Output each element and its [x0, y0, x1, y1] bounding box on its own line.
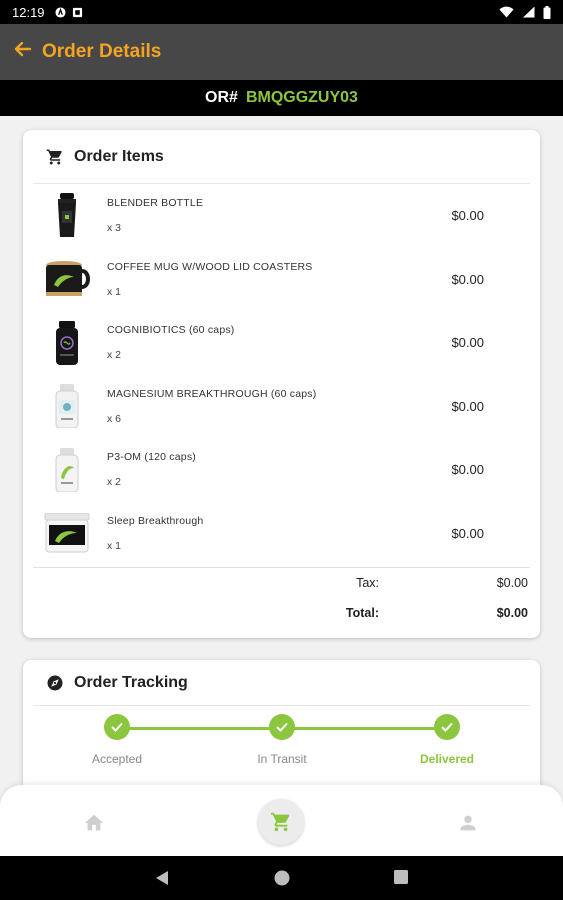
step-label: Accepted	[91, 752, 143, 766]
back-arrow-icon[interactable]	[14, 40, 32, 64]
item-name: BLENDER BOTTLE	[107, 197, 204, 210]
item-name: MAGNESIUM BREAKTHROUGH (60 caps)	[107, 387, 317, 400]
item-price: $0.00	[451, 462, 484, 478]
page-title: Order Details	[42, 41, 162, 62]
check-icon	[269, 714, 295, 740]
bottle-thumb	[39, 190, 95, 242]
cart-icon	[46, 149, 62, 164]
order-item-row[interactable]: MAGNESIUM BREAKTHROUGH (60 caps) x 6 $0.…	[23, 375, 540, 439]
item-name: Sleep Breakthrough	[107, 514, 204, 527]
nav-profile-button[interactable]	[452, 807, 484, 839]
order-items-header: Order Items	[33, 130, 530, 184]
step-label: In Transit	[257, 752, 307, 766]
white-bottle-thumb	[39, 380, 95, 432]
item-price: $0.00	[451, 208, 484, 224]
step-in-transit: In Transit	[232, 714, 332, 766]
order-tracking-header: Order Tracking	[33, 660, 530, 706]
item-qty: x 2	[107, 349, 122, 362]
item-name: P3-OM (120 caps)	[107, 451, 196, 464]
total-row: Total: $0.00	[23, 598, 540, 628]
compass-icon	[47, 675, 63, 690]
total-label: Total:	[345, 606, 379, 620]
item-qty: x 1	[107, 539, 122, 552]
app-bar: Order Details	[0, 24, 563, 80]
check-icon	[434, 714, 460, 740]
order-number-prefix: OR#	[205, 89, 238, 106]
order-tracking-title: Order Tracking	[74, 673, 188, 691]
battery-icon	[543, 5, 551, 19]
nav-cart-button[interactable]	[258, 799, 304, 845]
item-name: COGNIBIOTICS (60 caps)	[107, 324, 235, 337]
status-right-icons	[499, 5, 551, 19]
order-item-row[interactable]: BLENDER BOTTLE x 3 $0.00	[23, 184, 540, 248]
tax-label: Tax:	[356, 576, 379, 590]
item-price: $0.00	[451, 335, 484, 351]
signal-icon	[523, 6, 535, 18]
tax-value: $0.00	[496, 576, 528, 590]
step-accepted: Accepted	[67, 714, 167, 766]
order-item-row[interactable]: P3-OM (120 caps) x 2 $0.00	[23, 438, 540, 502]
nav-home-button[interactable]	[78, 807, 110, 839]
order-number-code: BMQGGZUY03	[245, 89, 358, 106]
order-items-title: Order Items	[74, 147, 164, 165]
check-icon	[104, 714, 130, 740]
step-delivered: Delivered	[397, 714, 497, 766]
back-triangle-icon[interactable]	[154, 869, 170, 887]
item-qty: x 6	[107, 412, 122, 425]
status-bar: 12:19	[0, 0, 563, 24]
person-icon	[460, 815, 476, 831]
status-time: 12:19	[12, 4, 45, 20]
order-item-row[interactable]: COFFEE MUG W/WOOD LID COASTERS x 1 $0.00	[23, 248, 540, 312]
system-navigation-bar	[0, 856, 563, 900]
notification-square-icon	[72, 7, 82, 17]
item-price: $0.00	[451, 271, 484, 287]
mug-thumb	[39, 253, 95, 305]
black-jar-thumb	[39, 317, 95, 369]
order-items-card: Order Items BLENDER BOTTLE x 3 $0.00 COF…	[23, 130, 540, 638]
wifi-icon	[499, 6, 514, 18]
cart-icon	[270, 812, 290, 832]
home-icon	[84, 814, 104, 831]
item-name: COFFEE MUG W/WOOD LID COASTERS	[107, 260, 313, 273]
tax-row: Tax: $0.00	[23, 568, 540, 598]
white-bottle-green-thumb	[39, 444, 95, 496]
order-number-bar: OR# BMQGGZUY03	[0, 80, 563, 116]
item-qty: x 2	[107, 476, 122, 489]
item-qty: x 3	[107, 222, 122, 235]
total-value: $0.00	[496, 606, 528, 620]
item-qty: x 1	[107, 285, 122, 298]
order-item-row[interactable]: Sleep Breakthrough x 1 $0.00	[23, 502, 540, 566]
item-price: $0.00	[451, 525, 484, 541]
tub-thumb	[39, 507, 95, 559]
step-label: Delivered	[419, 752, 475, 766]
recents-square-icon[interactable]	[393, 869, 409, 885]
item-price: $0.00	[451, 398, 484, 414]
home-circle-icon[interactable]	[273, 869, 291, 887]
order-item-row[interactable]: COGNIBIOTICS (60 caps) x 2 $0.00	[23, 311, 540, 375]
notification-a-icon	[55, 6, 66, 18]
bottom-navigation	[0, 785, 563, 856]
